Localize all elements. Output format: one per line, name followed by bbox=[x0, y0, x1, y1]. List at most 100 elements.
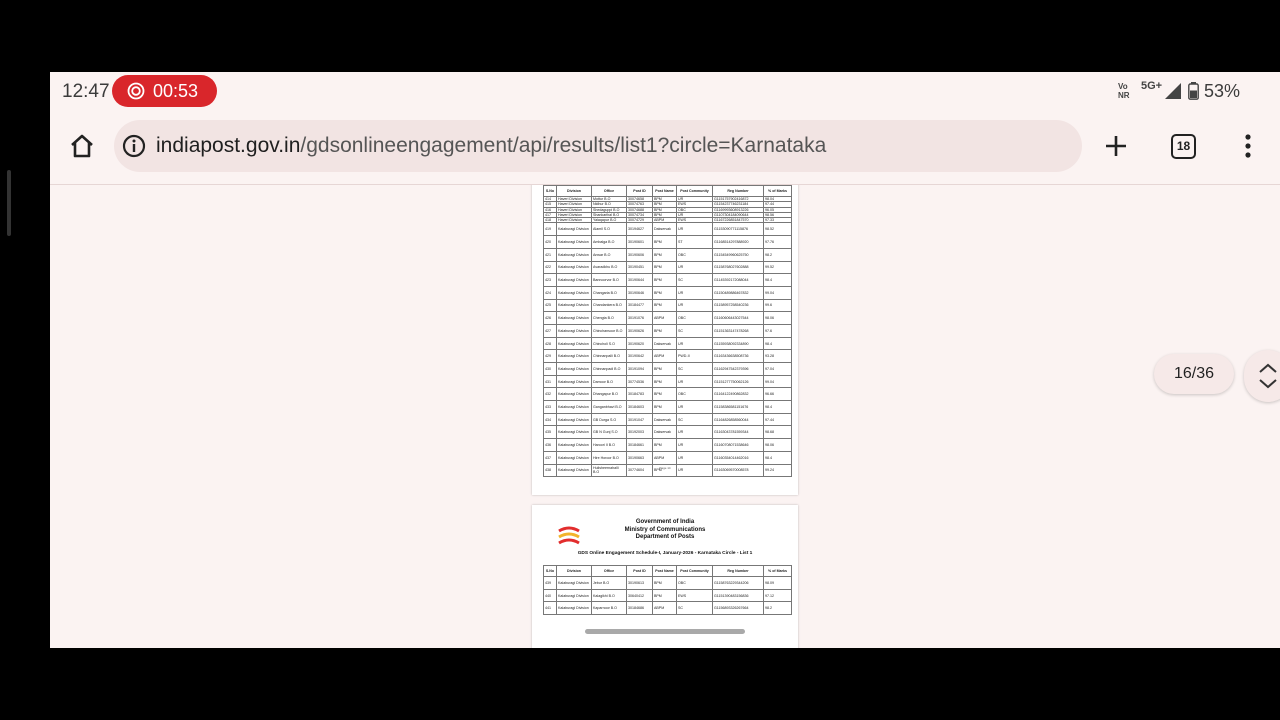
column-header: Office bbox=[591, 565, 627, 577]
table-row: 423 Kalaburagi Division Bannoorvor B.O 3019… bbox=[543, 273, 792, 287]
table-cell: 30184603 bbox=[626, 400, 653, 414]
table-row: 433 Kalaburagi Division Ganganbhavi B.O 301… bbox=[543, 400, 792, 414]
table-cell: G1160354014462016 bbox=[712, 450, 764, 465]
table-cell: G1151363147478268 bbox=[712, 323, 764, 338]
table-cell: Kalaburagi Division bbox=[556, 425, 592, 440]
table-cell: BPM bbox=[652, 362, 677, 376]
network-type: Vo NR bbox=[1118, 82, 1130, 100]
table-cell: 30190613 bbox=[626, 576, 653, 590]
table-cell: Kalaburagi Division bbox=[556, 323, 592, 338]
table-cell: 99.6 bbox=[763, 298, 792, 313]
table-cell: G1151277750062126 bbox=[712, 374, 764, 389]
table-row: 429 Kalaburagi Division Chinnanpalli B.O 30… bbox=[543, 349, 792, 364]
table-row: 426 Kalaburagi Division Chengta B.O 3019107… bbox=[543, 311, 792, 325]
table-row: 435 Kalaburagi Division GB N Gunj S.O 30192… bbox=[543, 425, 792, 440]
pdf-page: S.No Division Office Post ID Post Name Post C… bbox=[532, 185, 798, 495]
table-cell: 30184661 bbox=[626, 438, 653, 452]
table-cell: SC bbox=[676, 412, 713, 427]
table-cell: Kalaburagi Division bbox=[556, 260, 592, 275]
table-cell: 98.4 bbox=[763, 450, 792, 465]
table-cell: 30190663 bbox=[626, 450, 653, 465]
table-cell: Jebur B.O bbox=[591, 576, 627, 590]
table-cell: 30184783 bbox=[626, 387, 653, 402]
table-cell: 97.12 bbox=[763, 588, 792, 603]
record-icon bbox=[127, 82, 145, 100]
table-cell: G1158957258540236 bbox=[712, 298, 764, 313]
fast-scroll-handle[interactable] bbox=[1244, 350, 1280, 402]
table-cell: UR bbox=[676, 222, 713, 237]
table-cell: 426 bbox=[543, 311, 557, 325]
table-cell: 428 bbox=[543, 336, 557, 351]
table-cell: 429 bbox=[543, 349, 557, 364]
table-row: 424 Kalaburagi Division Changaria B.O 30190… bbox=[543, 285, 792, 300]
table-cell: 99.04 bbox=[763, 285, 792, 300]
table-cell: PWD-II bbox=[676, 349, 713, 364]
tab-switcher-button[interactable]: 18 bbox=[1171, 134, 1196, 159]
schedule-title: GDS Online Engagement Schedule-I, Januar… bbox=[577, 551, 753, 556]
table-cell: Kalaburagi Division bbox=[556, 400, 592, 414]
table-cell: Kalaburagi Division bbox=[556, 222, 592, 237]
table-cell: BPM bbox=[652, 235, 677, 249]
table-cell: 30190451 bbox=[626, 260, 653, 275]
table-header-row: S.No Division Office Post ID Post Name Post C… bbox=[543, 185, 792, 197]
table-cell: OBC bbox=[676, 387, 713, 402]
table-cell: G1158768027602888 bbox=[712, 260, 764, 275]
plus-icon[interactable] bbox=[1104, 134, 1128, 158]
table-row: 421 Kalaburagi Division Anwar B.O 30190606 B… bbox=[543, 247, 792, 262]
table-cell: UR bbox=[676, 438, 713, 452]
table-cell: BPM bbox=[652, 588, 677, 603]
table-row: 436 Kalaburagi Division Haroori II B.O 3018… bbox=[543, 438, 792, 452]
table-cell: Kalaburagi Division bbox=[556, 273, 592, 287]
table-cell: G1164826858560044 bbox=[712, 412, 764, 427]
url-domain: indiapost.gov.in bbox=[156, 134, 301, 157]
table-cell: ABPM bbox=[652, 601, 677, 616]
table-cell: 98.09 bbox=[763, 576, 792, 590]
table-cell: ABPM bbox=[652, 349, 677, 364]
table-cell: 421 bbox=[543, 247, 557, 262]
table-cell: G1158386581151676 bbox=[712, 400, 764, 414]
table-cell: BPM bbox=[652, 387, 677, 402]
table-cell: 30194627 bbox=[626, 222, 653, 237]
column-header: Post ID bbox=[626, 185, 653, 197]
heading-line: Ministry of Communications bbox=[624, 526, 706, 533]
table-cell: Chinnanpalli B.O bbox=[591, 349, 627, 364]
table-cell: GB Durga S.O bbox=[591, 412, 627, 427]
table-cell: G1162947542379396 bbox=[712, 362, 764, 376]
table-cell: Kalaburagi Division bbox=[556, 374, 592, 389]
column-header: Division bbox=[556, 185, 592, 197]
pdf-page: Government of India Ministry of Communic… bbox=[532, 505, 798, 648]
table-cell: BPM bbox=[652, 273, 677, 287]
table-cell: 425 bbox=[543, 298, 557, 313]
table-cell: Dakservak bbox=[652, 425, 677, 440]
screen-recording-chip[interactable]: 00:53 bbox=[112, 75, 217, 107]
table-cell: 97.04 bbox=[763, 362, 792, 376]
url-text[interactable]: indiapost.gov.in/gdsonlineengagement/api… bbox=[156, 134, 826, 158]
table-cell: 30190644 bbox=[626, 273, 653, 287]
table-cell: 435 bbox=[543, 425, 557, 440]
table-cell: BPM bbox=[652, 400, 677, 414]
table-row: 437 Kalaburagi Division Hire Horoor B.O 301… bbox=[543, 450, 792, 465]
column-header: Reg Number bbox=[712, 185, 764, 197]
home-icon[interactable] bbox=[68, 132, 96, 160]
pdf-viewer[interactable]: S.No Division Office Post ID Post Name Post C… bbox=[50, 185, 1280, 648]
table-cell: Haroori II B.O bbox=[591, 438, 627, 452]
table-cell: EWS bbox=[676, 588, 713, 603]
table-cell: 439 bbox=[543, 576, 557, 590]
table-cell: 30190626 bbox=[626, 323, 653, 338]
more-vert-icon[interactable] bbox=[1244, 134, 1252, 158]
table-cell: G1163436638508736 bbox=[712, 349, 764, 364]
info-icon[interactable] bbox=[122, 134, 146, 158]
table-cell: 440 bbox=[543, 588, 557, 603]
table-cell: 420 bbox=[543, 235, 557, 249]
table-cell: 433 bbox=[543, 400, 557, 414]
battery-icon bbox=[1188, 82, 1199, 100]
table-cell: Kalagikhi B.O bbox=[591, 588, 627, 603]
table-cell: SC bbox=[676, 273, 713, 287]
gesture-bar[interactable] bbox=[585, 629, 745, 634]
table-cell: Kalaburagi Division bbox=[556, 311, 592, 325]
table-cell: 30191094 bbox=[626, 362, 653, 376]
table-cell: 30190646 bbox=[626, 285, 653, 300]
address-bar[interactable]: indiapost.gov.in/gdsonlineengagement/api… bbox=[114, 120, 1082, 172]
table-cell: 30190601 bbox=[626, 235, 653, 249]
table-cell: Dakservak bbox=[652, 412, 677, 427]
